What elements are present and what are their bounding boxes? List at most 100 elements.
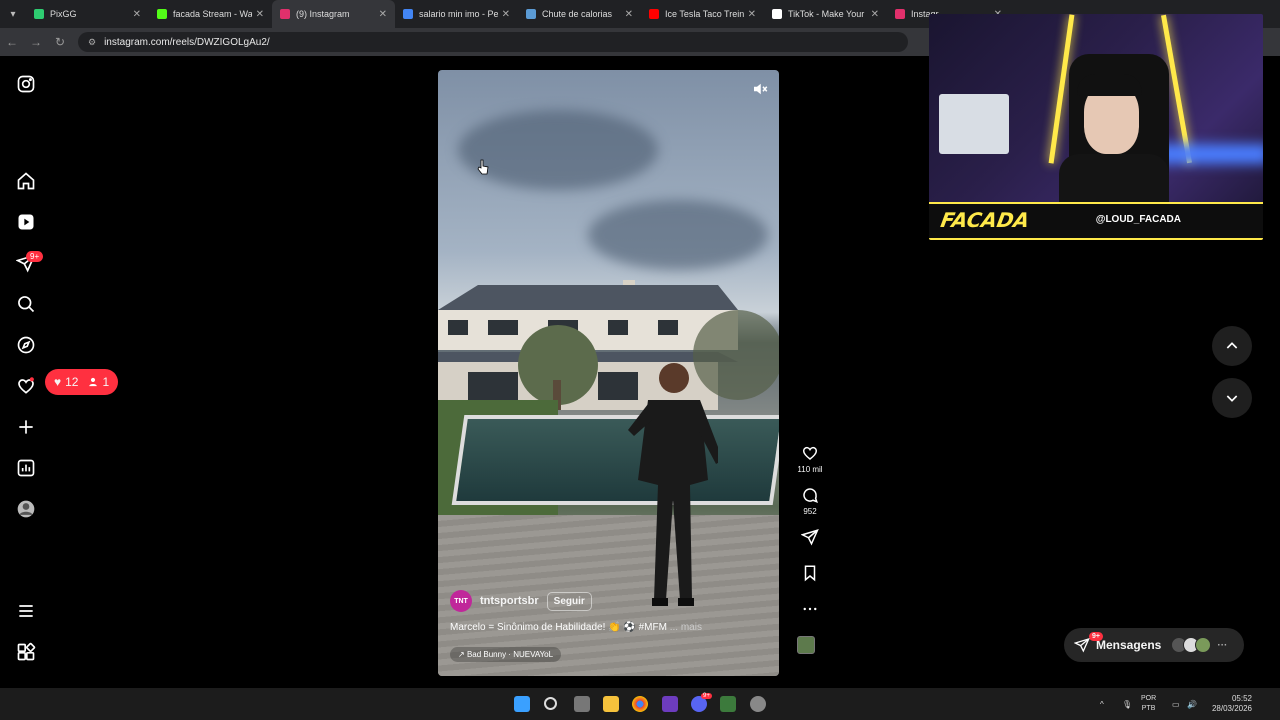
chrome-icon[interactable] [632, 696, 648, 712]
threads-apps-icon[interactable] [16, 642, 36, 662]
share-action[interactable] [797, 528, 823, 546]
tab-label: facada Stream - Wate [173, 9, 252, 19]
messages-label: Mensagens [1096, 638, 1162, 652]
tab-search-button[interactable]: ▾ [0, 0, 26, 28]
tab-close-icon[interactable]: ✕ [748, 9, 756, 20]
back-button[interactable]: ← [0, 35, 24, 49]
tab-favicon-icon [649, 9, 659, 19]
browser-tab[interactable]: PixGG ✕ [26, 0, 149, 28]
messages-button[interactable]: 9+ Mensagens ··· [1064, 628, 1244, 662]
search-icon[interactable] [16, 294, 36, 314]
heart-icon [802, 446, 818, 460]
minecraft-icon[interactable] [720, 696, 736, 712]
messages-badge: 9+ [26, 251, 44, 262]
reload-button[interactable]: ↻ [48, 35, 72, 49]
tab-close-icon[interactable]: ✕ [379, 9, 387, 20]
task-view-icon[interactable] [574, 696, 590, 712]
notifications-heart-icon[interactable] [16, 376, 36, 396]
tray-chevron-icon[interactable]: ^ [1100, 688, 1104, 720]
reel-video[interactable]: TNT tntsportsbr Seguir Marcelo = Sinônim… [438, 70, 779, 676]
pool [451, 415, 779, 505]
windows-start-icon[interactable] [514, 696, 530, 712]
author-avatar[interactable]: TNT [450, 590, 472, 612]
home-icon[interactable] [16, 171, 36, 191]
comment-action[interactable]: 952 [797, 486, 823, 528]
more-dots-icon: ··· [1217, 639, 1228, 651]
reel-info: TNT tntsportsbr Seguir Marcelo = Sinônim… [450, 590, 770, 662]
tab-label: TikTok - Make Your D [788, 9, 867, 19]
follow-button[interactable]: Seguir [546, 591, 592, 611]
browser-tab[interactable]: (9) Instagram ✕ [272, 0, 395, 28]
tab-close-icon[interactable]: ✕ [502, 9, 510, 20]
streamer-handle: @LOUD_FACADA [1095, 214, 1181, 225]
profile-avatar[interactable] [16, 499, 36, 519]
previous-reel-button[interactable] [1212, 326, 1252, 366]
forward-button[interactable]: → [24, 35, 48, 49]
stream-banner: FACADA @LOUD_FACADA [929, 202, 1263, 240]
windows-taskbar: 9+ ^ 🎙 POR PTB ▭ 🔊 05:52 28/03/2026 [0, 688, 1280, 720]
explore-icon[interactable] [16, 335, 36, 355]
search-taskbar-icon[interactable] [544, 697, 557, 710]
browser-tab[interactable]: TikTok - Make Your D ✕ [764, 0, 887, 28]
instagram-sidebar: 9+ ♥ 12 1 [0, 56, 119, 688]
file-explorer-icon[interactable] [603, 696, 619, 712]
bookmark-icon [804, 565, 816, 582]
settings-icon[interactable] [750, 696, 766, 712]
like-action[interactable]: 110 mil [797, 444, 823, 486]
cloud [588, 200, 768, 270]
computer-case [939, 94, 1009, 154]
message-avatars [1171, 637, 1212, 653]
browser-tab[interactable]: Ice Tesla Taco Treino I ✕ [641, 0, 764, 28]
tab-label: PixGG [50, 9, 77, 19]
house-image [438, 280, 779, 410]
url-text: instagram.com/reels/DWZIGOLgAu2/ [104, 36, 270, 48]
messages-count-badge: 9+ [1089, 632, 1103, 641]
instagram-logo-icon[interactable] [16, 74, 36, 94]
nzxt-icon[interactable] [662, 696, 678, 712]
browser-tab[interactable]: facada Stream - Wate ✕ [149, 0, 272, 28]
tab-favicon-icon [772, 9, 782, 19]
more-link[interactable]: ... mais [670, 622, 702, 633]
volume-icon[interactable]: 🔊 [1187, 688, 1197, 720]
follows-count: 1 [88, 375, 109, 389]
chevron-down-icon [1226, 395, 1238, 402]
likes-count: ♥ 12 [54, 375, 79, 389]
comment-count: 952 [803, 507, 817, 516]
network-icon[interactable]: ▭ [1172, 688, 1180, 720]
tab-close-icon[interactable]: ✕ [625, 9, 633, 20]
tab-strip: PixGG ✕ facada Stream - Wate ✕ (9) Instagram… [26, 0, 1010, 28]
heart-filled-icon: ♥ [54, 375, 62, 389]
webcam-overlay: FACADA @LOUD_FACADA [929, 14, 1263, 240]
address-bar[interactable]: ⚙ instagram.com/reels/DWZIGOLgAu2/ [78, 32, 908, 52]
tab-close-icon[interactable]: ✕ [871, 9, 879, 20]
microphone-icon[interactable]: 🎙 [1122, 688, 1132, 720]
dashboard-icon[interactable] [16, 458, 36, 478]
comment-icon [803, 488, 818, 504]
chevron-up-icon [1226, 342, 1238, 349]
avatar [1195, 637, 1212, 653]
tab-close-icon[interactable]: ✕ [133, 9, 141, 20]
audio-thumbnail[interactable] [797, 636, 815, 654]
tab-label: salario min imo - Pes [419, 9, 498, 19]
tab-close-icon[interactable]: ✕ [256, 9, 264, 20]
instagram-app: 9+ ♥ 12 1 TNT tntsportsbr Seguir Marcelo… [0, 14, 1280, 688]
author-name[interactable]: tntsportsbr [480, 595, 539, 607]
language-indicator[interactable]: POR PTB [1141, 694, 1156, 714]
create-icon[interactable] [16, 417, 36, 437]
like-count: 110 mil [797, 465, 823, 474]
clock[interactable]: 05:52 28/03/2026 [1206, 694, 1252, 714]
site-info-icon[interactable]: ⚙ [88, 37, 96, 48]
next-reel-button[interactable] [1212, 378, 1252, 418]
reel-actions: 110 mil 952 [797, 444, 823, 654]
notification-popup[interactable]: ♥ 12 1 [45, 369, 119, 395]
tab-label: Chute de calorias [542, 9, 613, 19]
more-options-action[interactable] [797, 600, 823, 618]
reels-icon[interactable] [16, 212, 36, 232]
tab-favicon-icon [526, 9, 536, 19]
browser-tab[interactable]: salario min imo - Pes ✕ [395, 0, 518, 28]
save-action[interactable] [797, 564, 823, 582]
browser-tab[interactable]: Chute de calorias ✕ [518, 0, 641, 28]
mute-icon[interactable] [751, 80, 769, 98]
more-menu-icon[interactable] [16, 601, 36, 621]
audio-track[interactable]: ↗ Bad Bunny · NUEVAYoL [450, 647, 562, 662]
